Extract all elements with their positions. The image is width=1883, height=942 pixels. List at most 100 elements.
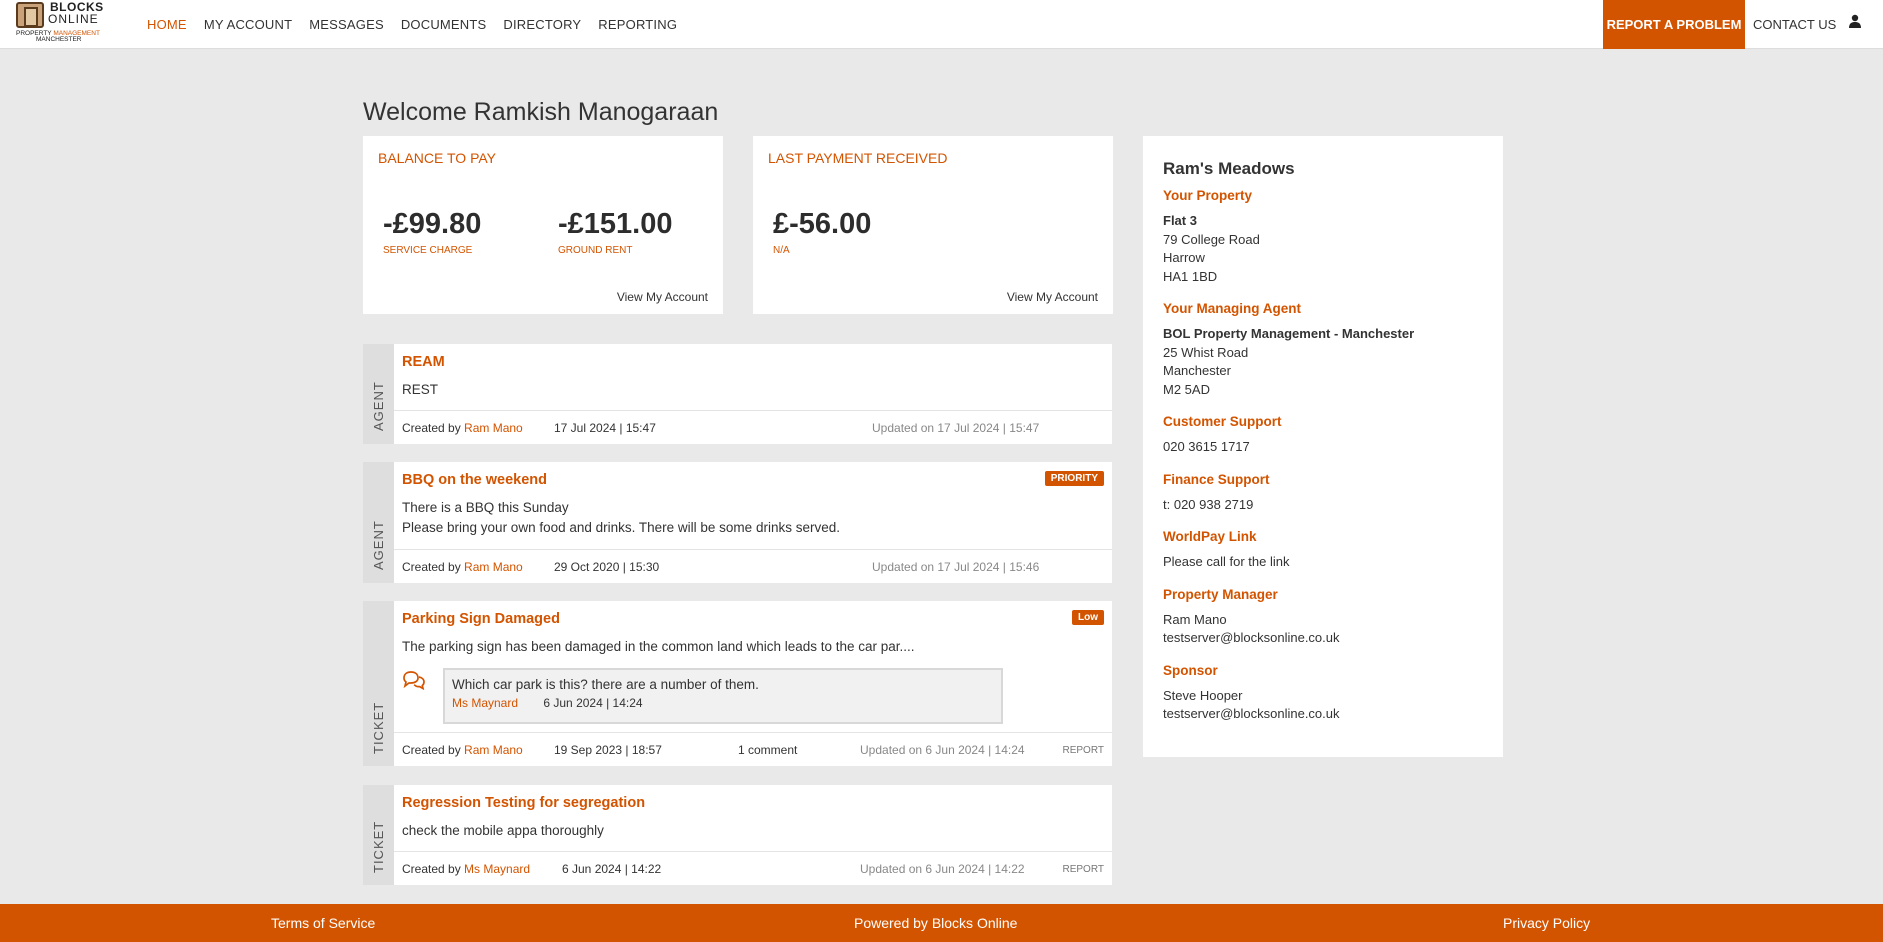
created-date: 17 Jul 2024 | 15:47 (554, 421, 656, 435)
updated-date: Updated on 17 Jul 2024 | 15:47 (872, 421, 1040, 435)
priority-badge: PRIORITY (1044, 471, 1104, 486)
ground-rent-label: GROUND RENT (558, 245, 633, 256)
comment-text: Which car park is this? there are a numb… (452, 677, 759, 692)
balance-heading: BALANCE TO PAY (378, 150, 497, 166)
section-title: Finance Support (1163, 471, 1270, 487)
powered-by-link[interactable]: Powered by Blocks Online (854, 915, 1017, 931)
service-charge-label: SERVICE CHARGE (383, 245, 473, 256)
created-date: 29 Oct 2020 | 15:30 (554, 560, 660, 574)
customer-support-section: Customer Support 020 3615 1717 (1163, 414, 1483, 457)
last-payment-card: LAST PAYMENT RECEIVED £-56.00 N/A View M… (753, 136, 1113, 314)
item-footer: Created by Ram Mano 17 Jul 2024 | 15:47 … (394, 410, 1112, 444)
nav-my-account[interactable]: MY ACCOUNT (204, 17, 292, 32)
item-title[interactable]: Regression Testing for segregation (402, 795, 645, 811)
chat-bubbles-icon (403, 671, 425, 690)
item-type-label: TICKET (371, 820, 386, 874)
sponsor-email[interactable]: testserver@blocksonline.co.uk (1163, 705, 1483, 724)
item-footer: Created by Ram Mano 19 Sep 2023 | 18:57 … (394, 732, 1112, 766)
report-problem-button[interactable]: REPORT A PROBLEM (1603, 0, 1745, 49)
feed-item[interactable]: TICKET Regression Testing for segregatio… (363, 785, 1112, 885)
feed-item[interactable]: AGENT REAM REST Created by Ram Mano 17 J… (363, 344, 1112, 444)
item-type-label: AGENT (371, 381, 386, 431)
updated-date: Updated on 6 Jun 2024 | 14:24 (860, 743, 1025, 757)
top-navbar: BLOCKS ONLINE PROPERTY MANAGEMENT MANCHE… (0, 0, 1883, 49)
terms-of-service-link[interactable]: Terms of Service (271, 915, 375, 931)
address-line: 79 College Road (1163, 231, 1260, 247)
created-date: 19 Sep 2023 | 18:57 (554, 743, 662, 757)
comment-author-link[interactable]: Ms Maynard (452, 696, 518, 710)
author-link[interactable]: Ms Maynard (464, 862, 530, 876)
property-manager-section: Property Manager Ram Mano testserver@blo… (1163, 587, 1483, 648)
item-footer: Created by Ms Maynard 6 Jun 2024 | 14:22… (394, 851, 1112, 885)
item-title[interactable]: REAM (402, 354, 445, 370)
footer: Terms of Service Powered by Blocks Onlin… (0, 904, 1883, 942)
item-footer: Created by Ram Mano 29 Oct 2020 | 15:30 … (394, 549, 1112, 583)
view-my-account-link[interactable]: View My Account (1007, 290, 1098, 304)
blocks-online-logo[interactable]: BLOCKS ONLINE PROPERTY MANAGEMENT MANCHE… (14, 0, 106, 46)
user-icon[interactable] (1849, 14, 1861, 28)
updated-date: Updated on 17 Jul 2024 | 15:46 (872, 560, 1040, 574)
comment-meta: Ms Maynard 6 Jun 2024 | 14:24 (452, 696, 994, 710)
created-by-label: Created by (402, 743, 461, 757)
comment-count-link[interactable]: 1 comment (738, 743, 797, 757)
section-title: Property Manager (1163, 586, 1278, 602)
author-link[interactable]: Ram Mano (464, 743, 523, 757)
flat-number: Flat 3 (1163, 213, 1197, 228)
author-link[interactable]: Ram Mano (464, 421, 523, 435)
worldpay-section: WorldPay Link Please call for the link (1163, 529, 1483, 572)
property-info-panel: Ram's Meadows Your Property Flat 3 79 Co… (1143, 136, 1503, 757)
service-charge-amount: -£99.80 (383, 208, 482, 240)
comment-preview[interactable]: Which car park is this? there are a numb… (443, 668, 1003, 724)
item-body: The parking sign has been damaged in the… (402, 639, 915, 654)
address-line: M2 5AD (1163, 381, 1210, 397)
low-priority-badge: Low (1072, 610, 1104, 625)
last-payment-amount: £-56.00 (773, 208, 872, 240)
nav-reporting[interactable]: REPORTING (598, 17, 677, 32)
nav-home[interactable]: HOME (147, 17, 187, 32)
managing-agent-section: Your Managing Agent BOL Property Managem… (1163, 301, 1483, 399)
finance-support-section: Finance Support t: 020 938 2719 (1163, 472, 1483, 515)
report-link[interactable]: REPORT (1063, 864, 1105, 875)
created-by-label: Created by (402, 560, 461, 574)
item-title[interactable]: Parking Sign Damaged (402, 611, 560, 627)
phone-number: t: 020 938 2719 (1163, 496, 1254, 512)
last-payment-label: N/A (773, 245, 790, 256)
item-body: There is a BBQ this Sunday Please bring … (402, 498, 840, 538)
feed-item[interactable]: TICKET Parking Sign Damaged Low The park… (363, 601, 1112, 766)
comment-date: 6 Jun 2024 | 14:24 (543, 696, 643, 710)
section-title: Your Property (1163, 188, 1253, 203)
nav-messages[interactable]: MESSAGES (309, 17, 384, 32)
your-property-section: Your Property Flat 3 79 College Road Har… (1163, 188, 1483, 286)
created-date: 6 Jun 2024 | 14:22 (562, 862, 662, 876)
logo-text-online: ONLINE (48, 12, 99, 26)
nav-directory[interactable]: DIRECTORY (503, 17, 581, 32)
nav-documents[interactable]: DOCUMENTS (401, 17, 487, 32)
section-title: WorldPay Link (1163, 529, 1257, 544)
author-link[interactable]: Ram Mano (464, 560, 523, 574)
contact-us-link[interactable]: CONTACT US (1753, 17, 1836, 32)
address-line: 25 Whist Road (1163, 344, 1249, 360)
report-link[interactable]: REPORT (1063, 745, 1105, 756)
manager-email[interactable]: testserver@blocksonline.co.uk (1163, 629, 1483, 648)
item-body-line: Please bring your own food and drinks. T… (402, 520, 840, 535)
item-title[interactable]: BBQ on the weekend (402, 472, 547, 488)
sponsor-section: Sponsor Steve Hooper testserver@blockson… (1163, 663, 1483, 724)
item-body-line: There is a BBQ this Sunday (402, 500, 569, 515)
welcome-heading: Welcome Ramkish Manogaraan (363, 98, 719, 126)
created-by-label: Created by (402, 862, 461, 876)
item-body: check the mobile appa thoroughly (402, 823, 604, 838)
section-title: Customer Support (1163, 414, 1282, 429)
created-by-label: Created by (402, 421, 461, 435)
manager-name: Ram Mano (1163, 611, 1227, 627)
feed-item[interactable]: AGENT BBQ on the weekend PRIORITY There … (363, 462, 1112, 583)
view-my-account-link[interactable]: View My Account (617, 290, 708, 304)
privacy-policy-link[interactable]: Privacy Policy (1503, 915, 1590, 931)
address-line: HA1 1BD (1163, 268, 1218, 284)
logo-building-icon (16, 2, 44, 28)
section-title: Sponsor (1163, 662, 1218, 678)
last-payment-heading: LAST PAYMENT RECEIVED (768, 150, 948, 166)
phone-number: 020 3615 1717 (1163, 439, 1250, 454)
agent-name: BOL Property Management - Manchester (1163, 326, 1415, 341)
item-type-label: AGENT (371, 520, 386, 570)
address-line: Harrow (1163, 250, 1205, 265)
